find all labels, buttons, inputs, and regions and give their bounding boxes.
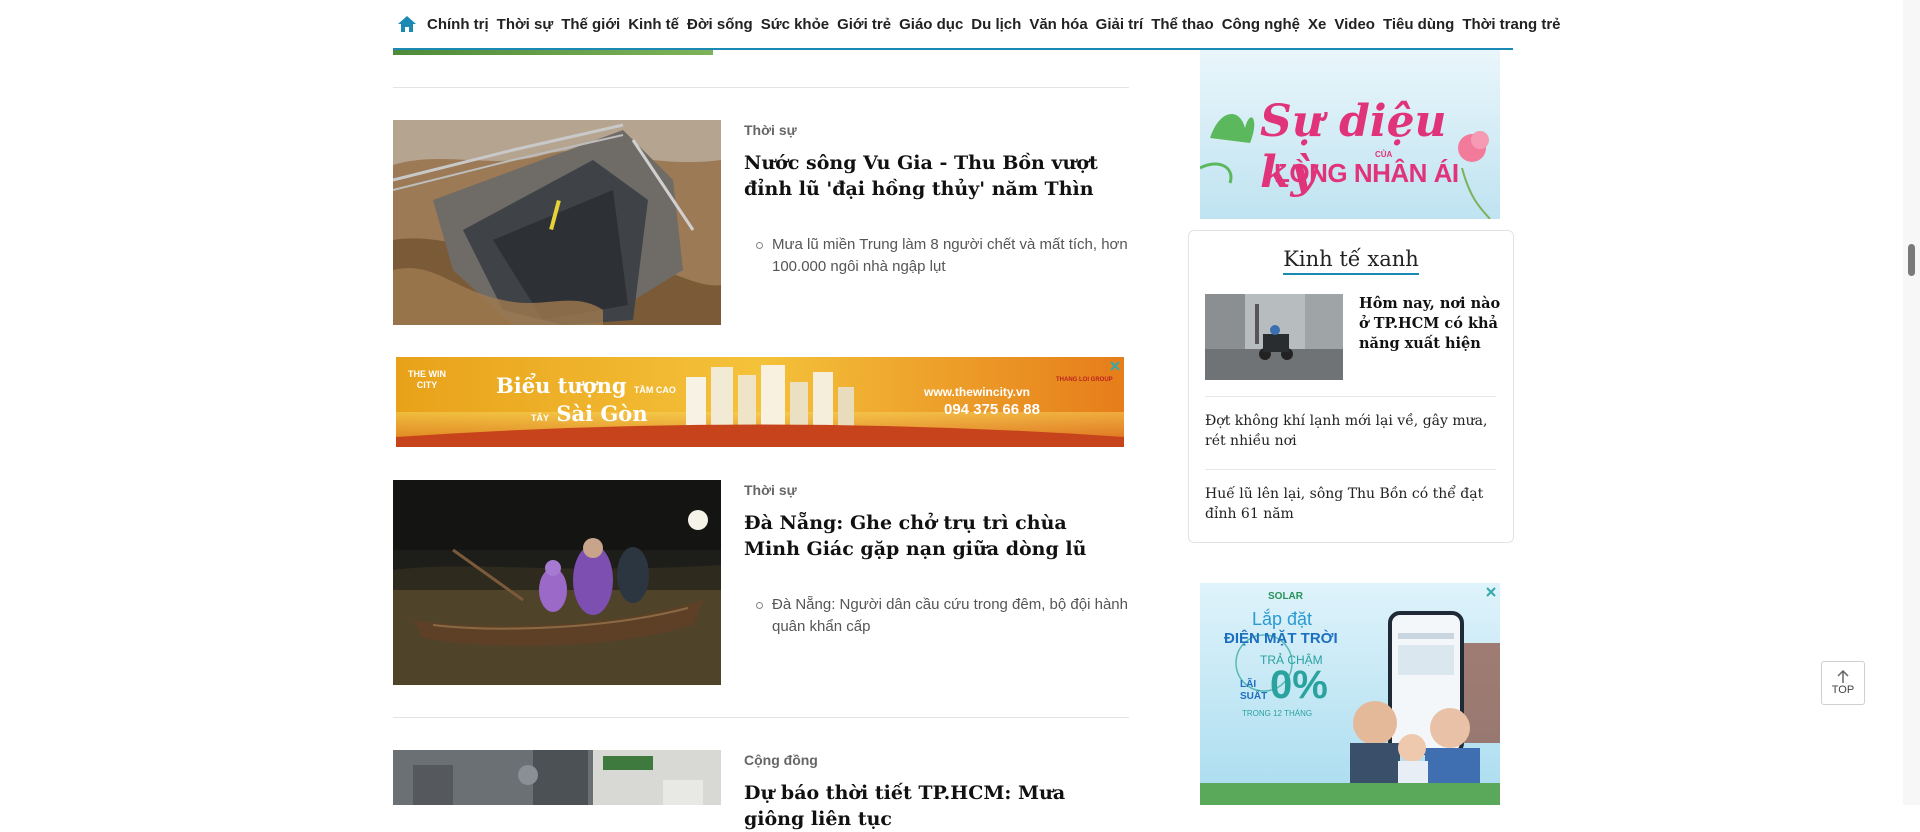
sidebar-ad-top[interactable]: Sự diệu kỳ CỦA LÒNG NHÂN ÁI — [1200, 48, 1500, 219]
top-navigation: Chính trị Thời sự Thế giới Kinh tế Đời sống S… — [393, 0, 1561, 50]
sidebar-section-kinh-te-xanh: Kinh tế xanh Hôm nay, nơi nào ở TP.HCM c… — [1188, 230, 1514, 543]
nav-item[interactable]: Sức khỏe — [757, 16, 833, 33]
ad-choices-icon[interactable] — [1108, 359, 1122, 373]
banner-headline: Biểu tượng TẦM CAO — [496, 373, 676, 398]
home-icon[interactable] — [397, 13, 417, 35]
back-to-top-label: TOP — [1831, 684, 1855, 696]
divider — [1205, 469, 1496, 470]
page-scrollbar[interactable] — [1903, 0, 1920, 805]
divider — [393, 87, 1129, 88]
banner-website: www.thewincity.vn — [924, 385, 1031, 399]
section-title[interactable]: Kinh tế xanh — [1189, 247, 1513, 275]
sidebar-article-link[interactable]: Đợt không khí lạnh mới lại về, gây mưa, … — [1205, 411, 1500, 451]
article-category[interactable]: Thời sự — [744, 122, 1129, 138]
divider — [1205, 396, 1496, 397]
ad-term: TRONG 12 THÁNG — [1242, 709, 1313, 718]
nav-item[interactable]: Đời sống — [683, 16, 757, 33]
featured-title[interactable]: Hôm nay, nơi nào ở TP.HCM có khả năng xu… — [1359, 294, 1504, 354]
nav-item[interactable]: Du lịch — [967, 16, 1025, 33]
article-card: Thời sự Đà Nẵng: Ghe chở trụ trì chùa Mi… — [393, 480, 1129, 685]
nav-item[interactable]: Giới trẻ — [833, 16, 895, 33]
back-to-top-button[interactable]: TOP — [1821, 661, 1865, 705]
ad-choices-icon[interactable] — [1484, 585, 1498, 599]
article-card: Cộng đồng Dự báo thời tiết TP.HCM: Mưa g… — [393, 750, 1129, 830]
article-category[interactable]: Thời sự — [744, 482, 1129, 498]
nav-item[interactable]: Công nghệ — [1218, 16, 1304, 33]
article-thumbnail[interactable] — [393, 480, 721, 685]
ad-rate: 0% — [1270, 663, 1328, 707]
ad-brand: SOLAR — [1268, 591, 1303, 602]
nav-item[interactable]: Xe — [1304, 16, 1330, 33]
article-category[interactable]: Cộng đồng — [744, 752, 1129, 768]
sidebar-article-link[interactable]: Huế lũ lên lại, sông Thu Bồn có thể đạt … — [1205, 484, 1500, 524]
article-title[interactable]: Dự báo thời tiết TP.HCM: Mưa giông liên … — [744, 780, 1129, 832]
sidebar-ad-solar[interactable]: SOLAR Lắp đặt ĐIỆN MẶT TRỜI TRẢ CHẬM LÃI… — [1200, 583, 1500, 805]
scrollbar-thumb[interactable] — [1908, 244, 1915, 276]
ad-line2: ĐIỆN MẶT TRỜI — [1224, 630, 1338, 647]
nav-menu: Chính trị Thời sự Thế giới Kinh tế Đời sống S… — [423, 16, 1565, 33]
banner-group: THANG LOI GROUP — [1056, 377, 1113, 383]
nav-item[interactable]: Kinh tế — [624, 16, 683, 33]
ad-rate-label: LÃI SUẤT — [1240, 679, 1268, 702]
nav-item[interactable]: Chính trị — [423, 16, 493, 33]
nav-item[interactable]: Tiêu dùng — [1379, 16, 1458, 33]
arrow-up-icon — [1837, 670, 1849, 683]
banner-phone: 094 375 66 88 — [944, 401, 1040, 418]
nav-item[interactable]: Video — [1330, 16, 1379, 33]
article-thumbnail[interactable] — [393, 750, 721, 805]
nav-item[interactable]: Giải trí — [1092, 16, 1148, 33]
nav-item[interactable]: Thời sự — [493, 16, 558, 33]
nav-item[interactable]: Giáo dục — [895, 16, 967, 33]
article-thumbnail[interactable] — [393, 120, 721, 325]
divider — [393, 717, 1129, 718]
related-article-link[interactable]: Đà Nẵng: Người dân cầu cứu trong đêm, bộ… — [744, 594, 1129, 638]
article-title[interactable]: Đà Nẵng: Ghe chở trụ trì chùa Minh Giác … — [744, 510, 1129, 562]
nav-item[interactable]: Thế giới — [557, 16, 624, 33]
related-article-link[interactable]: Mưa lũ miền Trung làm 8 người chết và mấ… — [744, 234, 1129, 278]
ad-line1: Lắp đặt — [1252, 609, 1313, 629]
featured-thumbnail[interactable] — [1205, 294, 1343, 380]
article-title[interactable]: Nước sông Vu Gia - Thu Bồn vượt đỉnh lũ … — [744, 150, 1129, 202]
nav-item[interactable]: Thể thao — [1147, 16, 1218, 33]
brand-logo: THE WIN CITY — [408, 369, 446, 390]
nav-item[interactable]: Văn hóa — [1025, 16, 1091, 33]
banner-ad-thewincity[interactable]: THE WIN CITY Biểu tượng TẦM CAO TÂY Sài … — [396, 357, 1124, 447]
nav-item[interactable]: Thời trang trẻ — [1458, 16, 1564, 33]
article-card: Thời sự Nước sông Vu Gia - Thu Bồn vượt … — [393, 120, 1129, 325]
ad-top-line2: LÒNG NHÂN ÁI — [1274, 158, 1459, 188]
banner-subheadline: TÂY Sài Gòn — [531, 401, 648, 426]
